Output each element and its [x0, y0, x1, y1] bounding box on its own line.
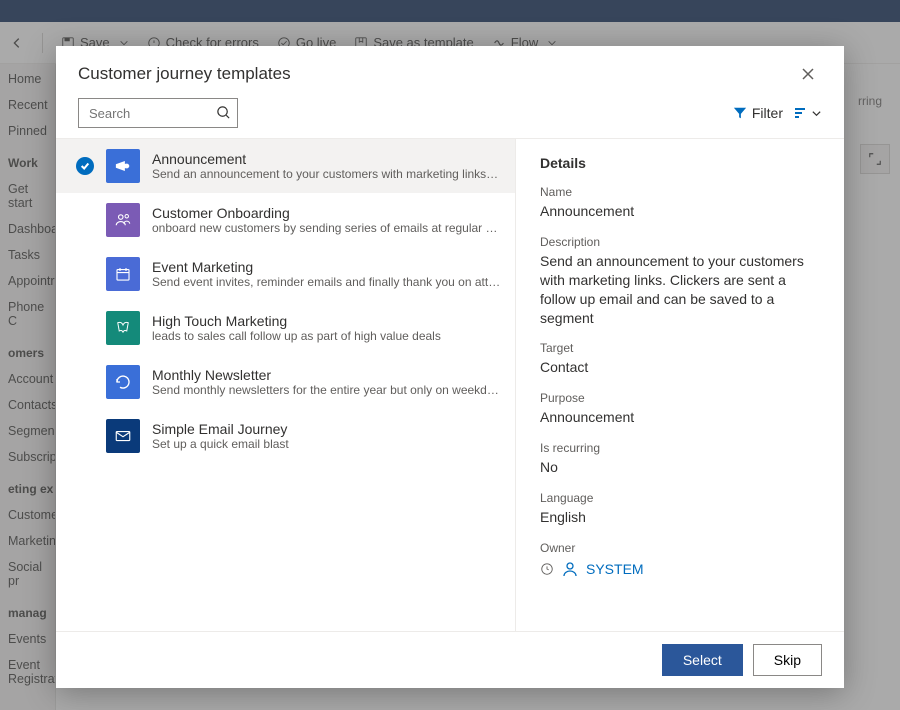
chevron-down-icon [811, 108, 822, 119]
template-title: High Touch Marketing [152, 313, 501, 329]
template-icon [106, 365, 140, 399]
template-description: leads to sales call follow up as part of… [152, 329, 501, 343]
template-title: Customer Onboarding [152, 205, 501, 221]
template-picker-modal: Customer journey templates Filter Announ… [56, 46, 844, 688]
template-description: Set up a quick email blast [152, 437, 501, 451]
skip-button[interactable]: Skip [753, 644, 822, 676]
detail-purpose-label: Purpose [540, 391, 820, 405]
detail-language-label: Language [540, 491, 820, 505]
template-item[interactable]: Event MarketingSend event invites, remin… [56, 247, 515, 301]
template-icon [106, 149, 140, 183]
template-item[interactable]: AnnouncementSend an announcement to your… [56, 139, 515, 193]
check-icon [76, 157, 94, 175]
template-description: onboard new customers by sending series … [152, 221, 501, 235]
detail-language-value: English [540, 508, 820, 527]
template-list: AnnouncementSend an announcement to your… [56, 139, 516, 631]
sort-icon [793, 105, 809, 121]
detail-target-label: Target [540, 341, 820, 355]
detail-owner-value[interactable]: SYSTEM [540, 561, 820, 577]
template-title: Monthly Newsletter [152, 367, 501, 383]
search-input[interactable] [78, 98, 238, 128]
detail-target-value: Contact [540, 358, 820, 377]
detail-description-label: Description [540, 235, 820, 249]
template-title: Announcement [152, 151, 501, 167]
person-icon [562, 561, 578, 577]
detail-name-value: Announcement [540, 202, 820, 221]
search-icon [216, 105, 231, 125]
clock-icon [540, 562, 554, 576]
template-description: Send an announcement to your customers w… [152, 167, 501, 181]
detail-purpose-value: Announcement [540, 408, 820, 427]
modal-title: Customer journey templates [78, 64, 291, 84]
template-title: Simple Email Journey [152, 421, 501, 437]
detail-owner-label: Owner [540, 541, 820, 555]
close-button[interactable] [794, 60, 822, 88]
details-pane: Details Name Announcement Description Send… [516, 139, 844, 631]
filter-button[interactable]: Filter [733, 105, 783, 121]
detail-description-value: Send an announcement to your customers w… [540, 252, 820, 328]
search-input-wrap [78, 98, 238, 128]
template-icon [106, 419, 140, 453]
template-item[interactable]: High Touch Marketingleads to sales call … [56, 301, 515, 355]
template-item[interactable]: Customer Onboardingonboard new customers… [56, 193, 515, 247]
sort-button[interactable] [793, 105, 822, 121]
template-icon [106, 257, 140, 291]
template-title: Event Marketing [152, 259, 501, 275]
template-description: Send monthly newsletters for the entire … [152, 383, 501, 397]
details-heading: Details [540, 155, 820, 171]
detail-name-label: Name [540, 185, 820, 199]
select-button[interactable]: Select [662, 644, 743, 676]
close-icon [802, 68, 814, 80]
detail-recurring-label: Is recurring [540, 441, 820, 455]
filter-icon [733, 106, 747, 120]
template-description: Send event invites, reminder emails and … [152, 275, 501, 289]
template-item[interactable]: Monthly NewsletterSend monthly newslette… [56, 355, 515, 409]
template-item[interactable]: Simple Email JourneySet up a quick email… [56, 409, 515, 463]
template-icon [106, 311, 140, 345]
template-icon [106, 203, 140, 237]
detail-recurring-value: No [540, 458, 820, 477]
